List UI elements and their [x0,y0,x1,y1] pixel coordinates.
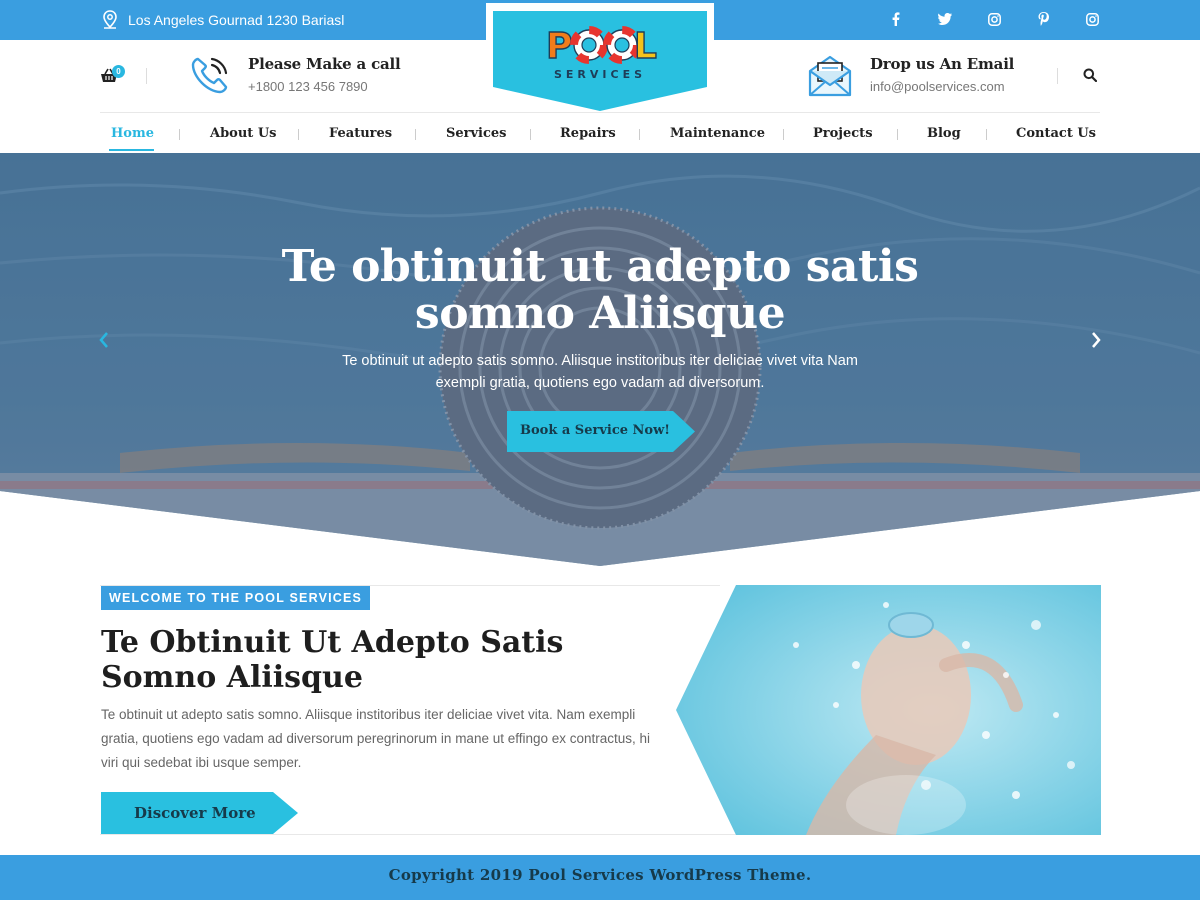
instagram-icon[interactable] [986,11,1002,27]
nav-item-projects[interactable]: Projects [813,126,873,141]
section-tag: WELCOME TO THE POOL SERVICES [101,586,371,610]
site-logo[interactable]: P L SERVICES [486,3,714,116]
call-block: Please Make a call +1800 123 456 7890 [190,55,401,95]
book-service-label: Book a Service Now! [520,423,670,438]
main-nav: Home About Us Features Services Repairs … [100,113,1100,153]
envelope-icon [808,55,852,97]
email-title: Drop us An Email [870,55,1015,73]
email-block: Drop us An Email info@poolservices.com [808,55,1014,97]
chevron-left-icon [99,332,108,348]
nav-item-home[interactable]: Home [111,126,154,141]
chevron-right-icon [1092,332,1101,348]
nav-divider [986,129,987,140]
search-button[interactable] [1083,68,1098,87]
hero-title: Te obtinuit ut adepto satis somno Aliisq… [281,241,919,339]
svg-text:P: P [546,26,572,67]
nav-divider [783,129,784,140]
nav-divider [530,129,531,140]
phone-icon [191,57,228,94]
nav-divider [415,129,416,140]
nav-item-maintenance[interactable]: Maintenance [670,126,765,141]
nav-item-contact-us[interactable]: Contact Us [1016,126,1096,141]
active-underline [109,149,154,151]
cart-count-badge: 0 [112,65,125,78]
email-address[interactable]: info@poolservices.com [870,79,1014,94]
nav-item-blog[interactable]: Blog [927,126,961,141]
twitter-icon[interactable] [937,11,953,27]
slider-prev-arrow[interactable] [98,329,110,355]
hero-slider: Te obtinuit ut adepto satis somno Aliisq… [0,153,1200,566]
footer: Copyright 2019 Pool Services WordPress T… [0,855,1200,900]
nav-divider [639,129,640,140]
svg-text:L: L [634,26,657,67]
cart-button[interactable]: 0 [100,65,125,89]
nav-divider [179,129,180,140]
call-number[interactable]: +1800 123 456 7890 [248,79,401,94]
nav-divider [897,129,898,140]
pinterest-icon[interactable] [1035,11,1051,27]
discover-more-button[interactable]: Discover More [101,792,298,834]
slider-next-arrow[interactable] [1090,329,1102,355]
address-text: Los Angeles Gournad 1230 Bariasl [128,12,345,28]
social-links [888,11,1100,27]
nav-item-services[interactable]: Services [446,126,507,141]
facebook-icon[interactable] [888,11,904,27]
search-icon [1083,68,1098,83]
nav-divider [298,129,299,140]
copyright-text: Copyright 2019 Pool Services WordPress T… [388,866,812,884]
address: Los Angeles Gournad 1230 Bariasl [102,10,344,30]
about-title: Te Obtinuit Ut Adepto Satis Somno Aliisq… [101,625,564,695]
instagram-icon[interactable] [1084,11,1100,27]
call-title: Please Make a call [248,55,401,73]
nav-item-about-us[interactable]: About Us [210,126,277,141]
about-text: Te obtinuit ut adepto satis somno. Aliis… [101,707,651,770]
divider [1057,68,1058,84]
nav-item-repairs[interactable]: Repairs [560,126,616,141]
map-pin-icon [103,10,117,29]
divider [146,68,147,84]
swimmer-image [676,585,1101,835]
section-divider [100,834,740,835]
hero-text: Te obtinuit ut adepto satis somno. Aliis… [342,353,858,391]
logo-tagline: SERVICES [554,68,646,81]
book-service-button[interactable]: Book a Service Now! [507,411,695,452]
discover-more-label: Discover More [134,804,256,822]
nav-item-features[interactable]: Features [329,126,392,141]
